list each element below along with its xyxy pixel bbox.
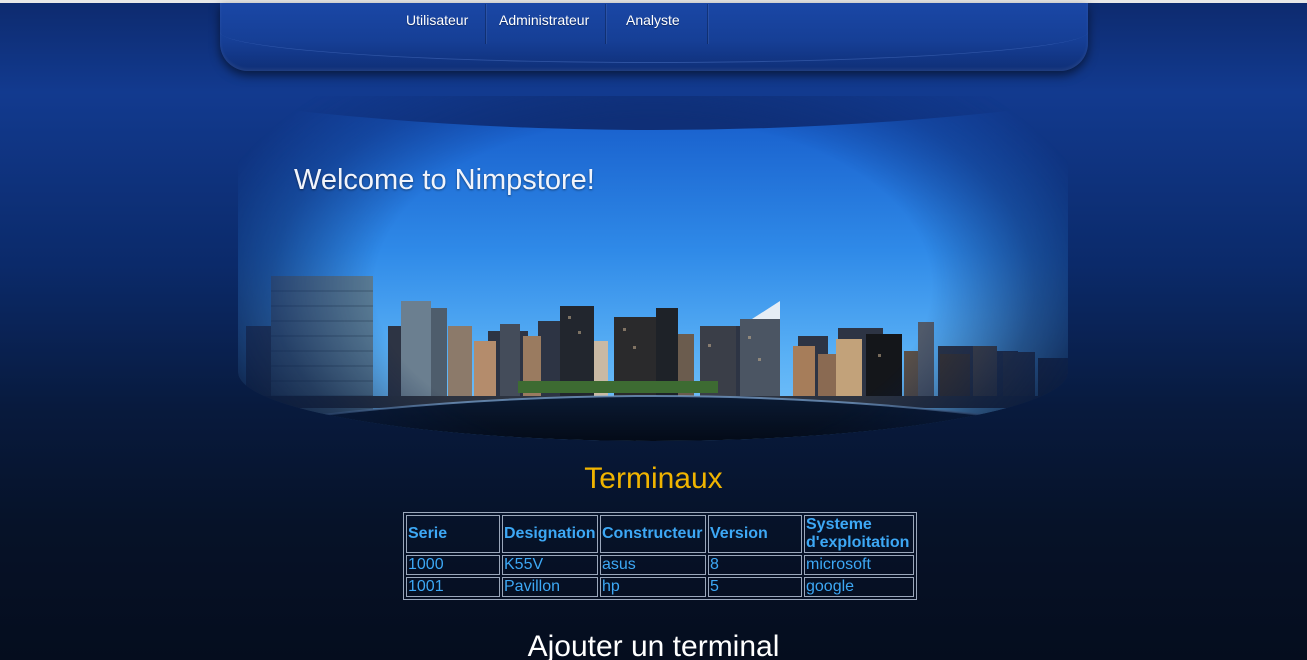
city-skyline-image [238, 96, 1068, 441]
column-header: Systeme d'exploitation [804, 515, 914, 553]
column-header: Version [708, 515, 802, 553]
table-cell: Pavillon [502, 577, 598, 597]
table-row: 1000 K55V asus 8 microsoft [406, 555, 914, 575]
welcome-title: Welcome to Nimpstore! [294, 164, 595, 196]
table-cell: 1001 [406, 577, 500, 597]
table-row: 1001 Pavillon hp 5 google [406, 577, 914, 597]
table-cell: 8 [708, 555, 802, 575]
add-terminal-heading: Ajouter un terminal [527, 630, 780, 660]
column-header: Serie [406, 515, 500, 553]
table-cell: asus [600, 555, 706, 575]
table-cell: 5 [708, 577, 802, 597]
column-header: Constructeur [600, 515, 706, 553]
nav-item-analyste[interactable]: Analyste [626, 12, 680, 28]
column-header: Designation [502, 515, 598, 553]
table-cell: google [804, 577, 914, 597]
hero-banner [238, 96, 1068, 441]
nav-divider [707, 4, 708, 44]
nav-divider [605, 4, 606, 44]
nav-item-utilisateur[interactable]: Utilisateur [406, 12, 468, 28]
table-cell: hp [600, 577, 706, 597]
table-header-row: Serie Designation Constructeur Version S… [406, 515, 914, 553]
table-cell: 1000 [406, 555, 500, 575]
terminals-table: Serie Designation Constructeur Version S… [403, 512, 917, 600]
nav-item-administrateur[interactable]: Administrateur [499, 12, 589, 28]
table-cell: K55V [502, 555, 598, 575]
terminals-heading: Terminaux [584, 462, 723, 495]
nav-divider [485, 4, 486, 44]
table-cell: microsoft [804, 555, 914, 575]
